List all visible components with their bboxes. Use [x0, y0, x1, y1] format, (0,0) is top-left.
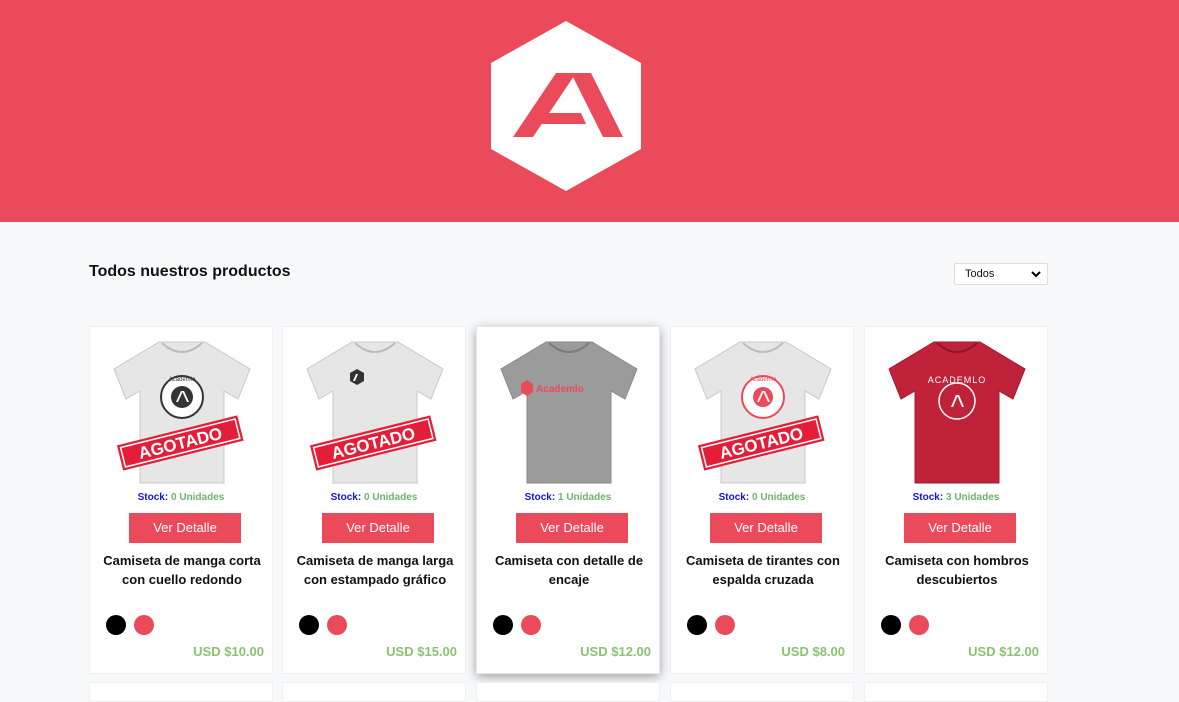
stock-value: 0 Unidades — [170, 492, 225, 503]
shirt-print-icon: Academlo — [160, 375, 204, 419]
stock-value: 0 Unidades — [751, 492, 806, 503]
stock-label: Stock: — [718, 492, 750, 503]
color-swatch-red[interactable] — [327, 615, 347, 635]
filter-selected-value: Todos — [965, 268, 995, 280]
tshirt-image: AGOTADO — [306, 341, 444, 484]
color-swatch-red[interactable] — [521, 615, 541, 635]
svg-text:Academlo: Academlo — [169, 377, 196, 383]
product-card[interactable]: AGOTADO Stock: 0 Unidades Ver Detalle Ca… — [282, 326, 466, 674]
product-card-next-row[interactable] — [670, 682, 854, 702]
product-card-next-row[interactable] — [864, 682, 1048, 702]
color-swatch-black[interactable] — [299, 615, 319, 635]
academlo-logo-icon — [491, 21, 641, 191]
tshirt-image: Academlo AGOTADO — [694, 341, 832, 484]
product-price: USD $8.00 — [781, 644, 845, 659]
stock-value: 3 Unidades — [945, 492, 1000, 503]
product-card[interactable]: Academlo AGOTADO Stock: 0 Unidades Ver D… — [89, 326, 273, 674]
stock-info: Stock: 0 Unidades — [283, 492, 465, 503]
product-name: Camiseta de manga larga con estampado gr… — [296, 553, 454, 587]
ver-detalle-button[interactable]: Ver Detalle — [710, 513, 822, 543]
color-swatch-black[interactable] — [881, 615, 901, 635]
stock-info: Stock: 0 Unidades — [90, 492, 272, 503]
ver-detalle-button[interactable]: Ver Detalle — [904, 513, 1016, 543]
product-card-next-row[interactable] — [89, 682, 273, 702]
product-price: USD $10.00 — [193, 644, 264, 659]
shirt-print-icon: Academlo — [741, 375, 785, 419]
product-name: Camiseta con detalle de encaje — [494, 553, 644, 587]
svg-text:Academlo: Academlo — [536, 384, 584, 395]
hero-banner — [0, 0, 1179, 222]
color-swatch-black[interactable] — [687, 615, 707, 635]
product-card-next-row[interactable] — [282, 682, 466, 702]
product-card-next-row[interactable] — [476, 682, 660, 702]
stock-label: Stock: — [137, 492, 169, 503]
color-swatch-black[interactable] — [106, 615, 126, 635]
product-card[interactable]: Academlo AGOTADO Stock: 0 Unidades Ver D… — [670, 326, 854, 674]
ver-detalle-button[interactable]: Ver Detalle — [516, 513, 628, 543]
color-swatch-red[interactable] — [909, 615, 929, 635]
stock-label: Stock: — [330, 492, 362, 503]
stock-label: Stock: — [912, 492, 944, 503]
svg-text:Academlo: Academlo — [750, 377, 777, 383]
page-title: Todos nuestros productos — [89, 263, 291, 280]
color-swatch-red[interactable] — [715, 615, 735, 635]
tshirt-image: Academlo AGOTADO — [113, 341, 251, 484]
product-price: USD $12.00 — [580, 644, 651, 659]
product-card[interactable]: Academlo Stock: 1 Unidades Ver Detalle C… — [476, 326, 660, 674]
ver-detalle-button[interactable]: Ver Detalle — [322, 513, 434, 543]
product-name: Camiseta de tirantes con espalda cruzada — [686, 553, 840, 587]
chevron-down-icon — [1031, 271, 1041, 278]
stock-info: Stock: 0 Unidades — [671, 492, 853, 503]
ver-detalle-button[interactable]: Ver Detalle — [129, 513, 241, 543]
color-swatch-red[interactable] — [134, 615, 154, 635]
stock-info: Stock: 1 Unidades — [477, 492, 659, 503]
stock-label: Stock: — [524, 492, 556, 503]
tshirt-image: ACADEMLO — [888, 341, 1026, 484]
stock-info: Stock: 3 Unidades — [865, 492, 1047, 503]
product-card[interactable]: ACADEMLO Stock: 3 Unidades Ver Detalle C… — [864, 326, 1048, 674]
stock-value: 1 Unidades — [557, 492, 612, 503]
tshirt-image: Academlo — [500, 341, 638, 484]
svg-text:ACADEMLO: ACADEMLO — [928, 375, 987, 385]
product-name: Camiseta de manga corta con cuello redon… — [103, 553, 261, 587]
product-name: Camiseta con hombros descubiertos — [885, 553, 1029, 587]
color-swatch-black[interactable] — [493, 615, 513, 635]
stock-value: 0 Unidades — [363, 492, 418, 503]
product-price: USD $15.00 — [386, 644, 457, 659]
product-price: USD $12.00 — [968, 644, 1039, 659]
category-filter-select[interactable]: Todos — [954, 263, 1048, 285]
